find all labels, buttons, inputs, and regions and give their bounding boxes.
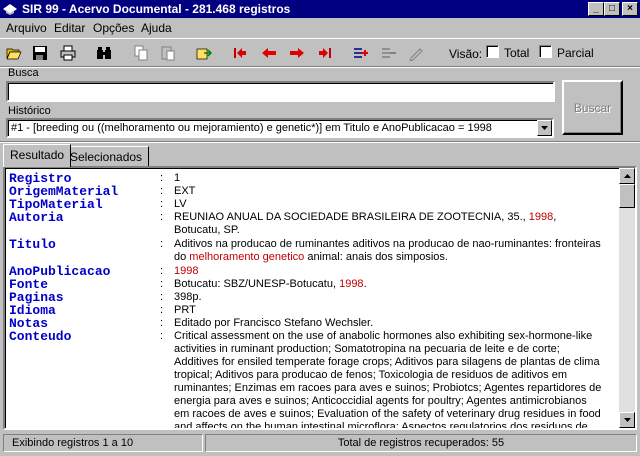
record-row: TipoMaterial : LV	[5, 198, 615, 211]
separator	[0, 141, 640, 143]
next-record-icon[interactable]	[286, 42, 308, 64]
history-select[interactable]: #1 - [breeding ou ((melhoramento ou mejo…	[6, 118, 554, 138]
record-row: Titulo : Aditivos na producao de ruminan…	[5, 238, 615, 264]
record: Registro : 1 OrigemMaterial : EXT TipoMa…	[5, 172, 615, 430]
field-value: 1998	[174, 265, 199, 277]
paste-icon[interactable]	[157, 42, 179, 64]
separator	[0, 66, 640, 68]
binoculars-icon[interactable]	[93, 42, 115, 64]
window-title: SIR 99 - Acervo Documental - 281.468 reg…	[22, 2, 291, 16]
field-label: Autoria	[9, 210, 64, 225]
field-label: Titulo	[9, 237, 56, 252]
field-value: Editado por Francisco Stefano Wechsler.	[174, 317, 374, 329]
print-icon[interactable]	[57, 42, 79, 64]
field-value: Botucatu: SBZ/UNESP-Botucatu, 1998.	[174, 278, 367, 290]
parcial-label: Parcial	[557, 46, 594, 60]
field-value: EXT	[174, 185, 196, 197]
result-panel: Registro : 1 OrigemMaterial : EXT TipoMa…	[3, 166, 637, 430]
edit-icon[interactable]	[405, 42, 427, 64]
status-left: Exibindo registros 1 a 10	[3, 434, 203, 452]
field-value: 398p.	[174, 291, 202, 303]
menu-editar[interactable]: Editar	[54, 21, 85, 35]
field-value: LV	[174, 198, 187, 210]
record-row: Notas : Editado por Francisco Stefano We…	[5, 317, 615, 330]
record-row: Paginas : 398p.	[5, 291, 615, 304]
minimize-button[interactable]: _	[588, 2, 604, 16]
record-row: Autoria : REUNIAO ANUAL DA SOCIEDADE BRA…	[5, 211, 615, 237]
visao-label: Visão:	[449, 47, 483, 61]
chevron-down-icon[interactable]	[537, 120, 552, 136]
status-bar: Exibindo registros 1 a 10 Total de regis…	[0, 432, 640, 456]
field-value: Aditivos na producao de ruminantes aditi…	[174, 238, 601, 263]
history-value: #1 - [breeding ou ((melhoramento ou mejo…	[11, 122, 492, 134]
tab-selecionados[interactable]: Selecionados	[63, 146, 150, 166]
parcial-checkbox[interactable]	[539, 45, 552, 58]
total-checkbox[interactable]	[486, 45, 499, 58]
record-row: AnoPublicacao : 1998	[5, 265, 615, 278]
search-input[interactable]	[6, 81, 555, 102]
total-label: Total	[504, 46, 530, 60]
first-record-icon[interactable]	[229, 42, 251, 64]
save-icon[interactable]	[29, 42, 51, 64]
close-button[interactable]: ×	[622, 2, 638, 16]
menu-bar: Arquivo Editar Opções Ajuda	[0, 19, 640, 37]
last-record-icon[interactable]	[314, 42, 336, 64]
search-button[interactable]: Buscar	[562, 80, 623, 135]
record-row: Conteudo : Critical assessment on the us…	[5, 329, 615, 430]
record-row: Fonte : Botucatu: SBZ/UNESP-Botucatu, 19…	[5, 278, 615, 291]
copy-icon[interactable]	[130, 42, 152, 64]
busca-label: Busca	[8, 67, 39, 79]
historico-label: Histórico	[8, 105, 51, 117]
open-folder-icon[interactable]	[3, 42, 25, 64]
status-right: Total de registros recuperados: 55	[205, 434, 637, 452]
menu-arquivo[interactable]: Arquivo	[6, 21, 47, 35]
maximize-button[interactable]: □	[604, 2, 620, 16]
field-value: PRT	[174, 304, 196, 316]
field-value: REUNIAO ANUAL DA SOCIEDADE BRASILEIRA DE…	[174, 211, 557, 236]
menu-opcoes[interactable]: Opções	[93, 21, 134, 35]
select-icon[interactable]	[350, 42, 372, 64]
deselect-icon[interactable]	[378, 42, 400, 64]
field-value: 1	[174, 172, 181, 184]
scroll-up-button[interactable]	[619, 168, 635, 184]
title-bar: SIR 99 - Acervo Documental - 281.468 reg…	[0, 0, 640, 18]
scroll-thumb[interactable]	[619, 184, 635, 208]
menu-ajuda[interactable]: Ajuda	[141, 21, 172, 35]
export-icon[interactable]	[193, 42, 215, 64]
app-icon	[2, 1, 18, 17]
field-value: Critical assessment on the use of anabol…	[174, 330, 602, 430]
previous-record-icon[interactable]	[258, 42, 280, 64]
record-row: Idioma : PRT	[5, 304, 615, 317]
scroll-down-button[interactable]	[619, 412, 635, 428]
toolbar: Visão: Total Parcial	[0, 38, 640, 66]
vertical-scrollbar[interactable]	[619, 168, 635, 428]
field-label: Conteudo	[9, 329, 72, 344]
tab-resultado[interactable]: Resultado	[3, 144, 72, 167]
